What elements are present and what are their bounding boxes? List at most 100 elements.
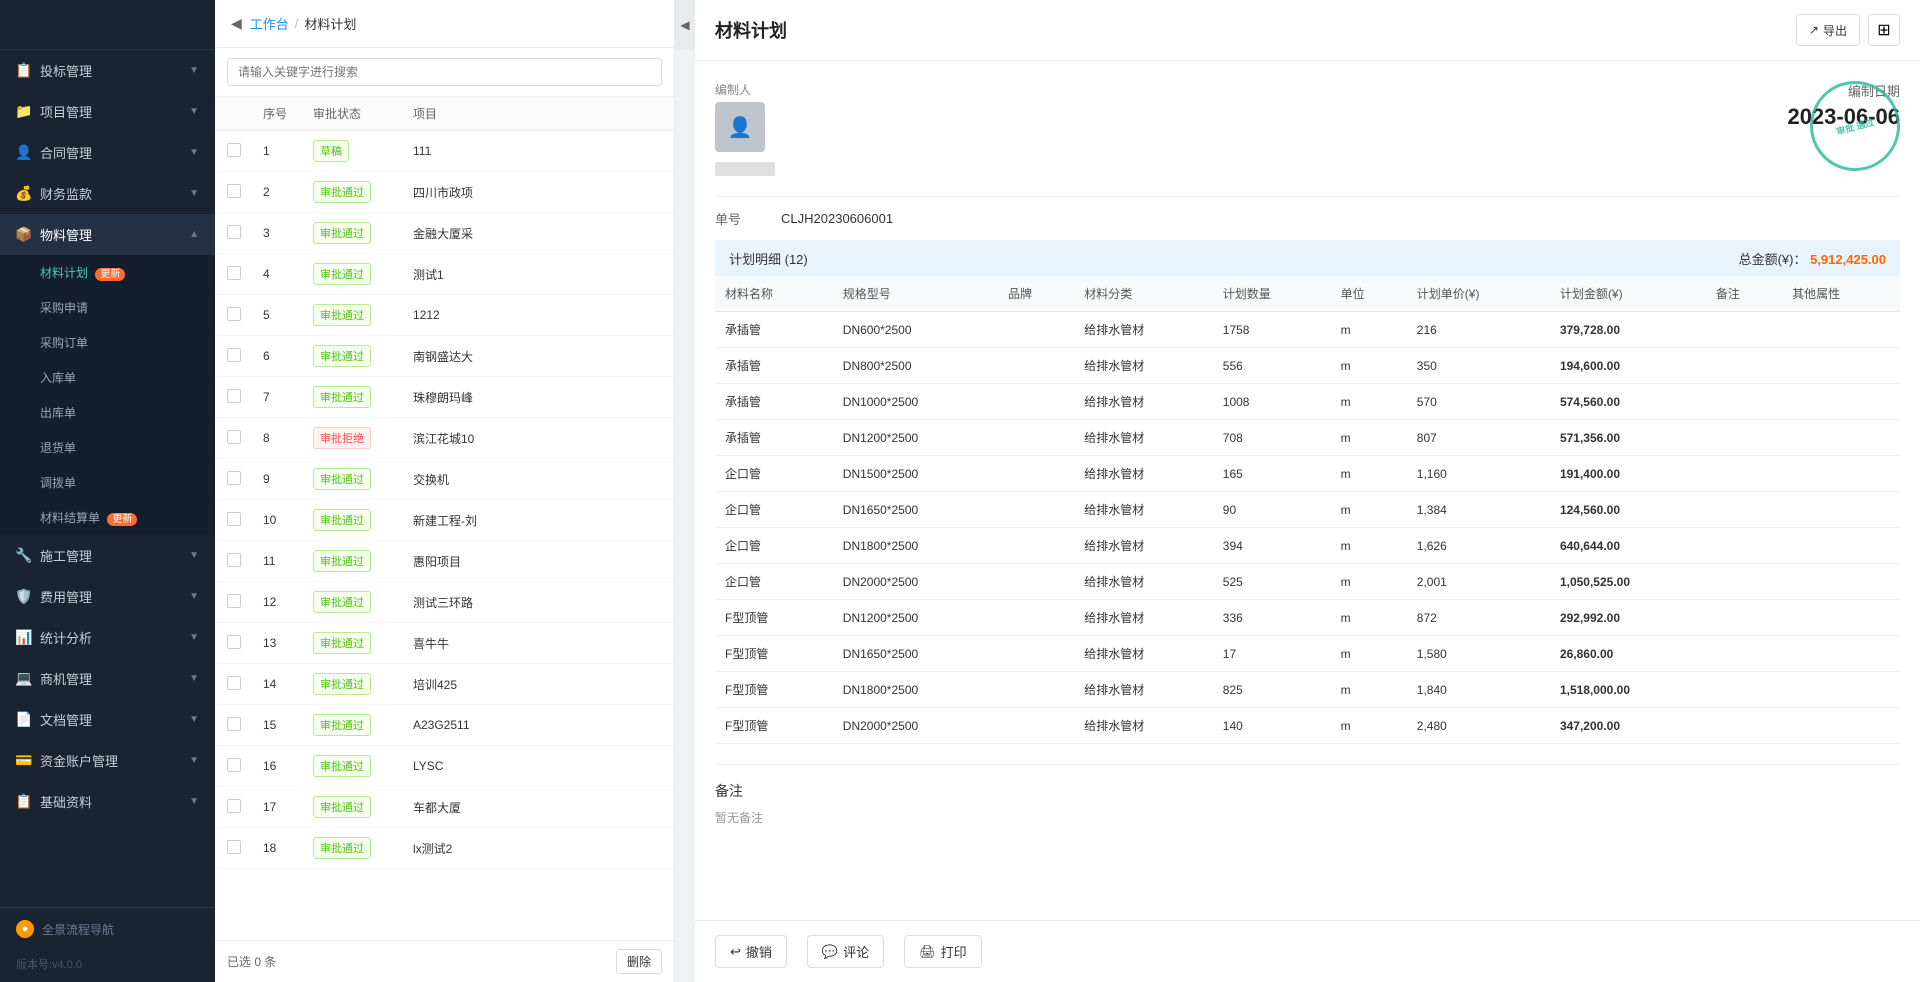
sidebar-item-finance[interactable]: 💰 财务监款 ▼	[0, 173, 215, 214]
detail-title: 材料计划	[715, 17, 787, 43]
row-checkbox[interactable]	[227, 266, 241, 280]
row-checkbox[interactable]	[227, 471, 241, 485]
list-item[interactable]: 6 审批通过 南钢盛达大	[215, 336, 674, 377]
sidebar-item-material[interactable]: 📦 物料管理 ▲	[0, 214, 215, 255]
table-row[interactable]: F型顶管 DN1800*2500 给排水管材 825 m 1,840 1,518…	[715, 672, 1900, 708]
back-button[interactable]: ◀	[231, 15, 242, 32]
status-badge: 审批通过	[313, 304, 371, 326]
comment-button[interactable]: 💬 评论	[807, 935, 884, 968]
cell-qty: 556	[1213, 348, 1331, 384]
list-item[interactable]: 12 审批通过 测试三环路	[215, 582, 674, 623]
sidebar-item-construction[interactable]: 🔧 施工管理 ▼	[0, 535, 215, 576]
cell-brand	[998, 636, 1074, 672]
delete-button[interactable]: 删除	[616, 949, 662, 974]
sidebar-item-settlement[interactable]: 材料结算单 更新	[0, 500, 215, 535]
list-item[interactable]: 16 审批通过 LYSC	[215, 746, 674, 787]
list-item[interactable]: 7 审批通过 珠穆朗玛峰	[215, 377, 674, 418]
cell-price: 350	[1407, 348, 1550, 384]
row-checkbox[interactable]	[227, 430, 241, 444]
sidebar-item-document[interactable]: 📄 文档管理 ▼	[0, 699, 215, 740]
list-item[interactable]: 2 审批通过 四川市政项	[215, 172, 674, 213]
row-checkbox[interactable]	[227, 348, 241, 362]
sidebar-logo	[0, 0, 215, 50]
cell-remark	[1706, 456, 1782, 492]
list-item[interactable]: 14 审批通过 培训425	[215, 664, 674, 705]
table-row[interactable]: 承插管 DN600*2500 给排水管材 1758 m 216 379,728.…	[715, 312, 1900, 348]
list-search	[215, 48, 674, 97]
row-checkbox[interactable]	[227, 184, 241, 198]
table-row[interactable]: 承插管 DN1200*2500 给排水管材 708 m 807 571,356.…	[715, 420, 1900, 456]
cell-other	[1782, 672, 1900, 708]
sidebar-item-cost[interactable]: 🛡️ 费用管理 ▼	[0, 576, 215, 617]
sidebar-item-fund[interactable]: 💳 资金账户管理 ▼	[0, 740, 215, 781]
list-item[interactable]: 8 审批拒绝 滨江花城10	[215, 418, 674, 459]
row-checkbox[interactable]	[227, 676, 241, 690]
row-checkbox[interactable]	[227, 799, 241, 813]
table-row[interactable]: F型顶管 DN2000*2500 给排水管材 140 m 2,480 347,2…	[715, 708, 1900, 744]
list-item[interactable]: 18 审批通过 lx测试2	[215, 828, 674, 869]
list-item[interactable]: 3 审批通过 金融大厦采	[215, 213, 674, 254]
list-item[interactable]: 17 审批通过 车都大厦	[215, 787, 674, 828]
print-button[interactable]: 🖨 打印	[904, 935, 982, 968]
list-item[interactable]: 5 审批通过 1212	[215, 295, 674, 336]
sidebar-item-transfer[interactable]: 调拨单	[0, 465, 215, 500]
qr-code-button[interactable]: ⊞	[1868, 14, 1900, 46]
sidebar-item-purchase-order[interactable]: 采购订单	[0, 325, 215, 360]
sidebar-item-purchase-apply[interactable]: 采购申请	[0, 290, 215, 325]
table-row[interactable]: 企口管 DN1800*2500 给排水管材 394 m 1,626 640,64…	[715, 528, 1900, 564]
sidebar-item-statistics[interactable]: 📊 统计分析 ▼	[0, 617, 215, 658]
table-row[interactable]: 承插管 DN800*2500 给排水管材 556 m 350 194,600.0…	[715, 348, 1900, 384]
sidebar-item-project[interactable]: 📁 项目管理 ▼	[0, 91, 215, 132]
list-item[interactable]: 11 审批通过 惠阳项目	[215, 541, 674, 582]
cell-unit: m	[1331, 672, 1407, 708]
cell-spec: DN1500*2500	[833, 456, 998, 492]
print-icon: 🖨	[919, 944, 936, 960]
cancel-button[interactable]: ↩ 撤销	[715, 935, 787, 968]
sidebar-item-machine[interactable]: 💻 商机管理 ▼	[0, 658, 215, 699]
row-checkbox[interactable]	[227, 512, 241, 526]
table-row[interactable]: 承插管 DN1000*2500 给排水管材 1008 m 570 574,560…	[715, 384, 1900, 420]
row-checkbox[interactable]	[227, 225, 241, 239]
table-row[interactable]: 企口管 DN1650*2500 给排水管材 90 m 1,384 124,560…	[715, 492, 1900, 528]
row-checkbox[interactable]	[227, 553, 241, 567]
sidebar-item-contract[interactable]: 👤 合同管理 ▼	[0, 132, 215, 173]
list-item[interactable]: 1 草稿 111	[215, 131, 674, 172]
status-badge: 草稿	[313, 140, 349, 162]
row-checkbox[interactable]	[227, 717, 241, 731]
sidebar-item-outbound[interactable]: 出库单	[0, 395, 215, 430]
row-checkbox[interactable]	[227, 389, 241, 403]
search-input[interactable]	[227, 58, 662, 86]
export-button[interactable]: ↗ 导出	[1796, 14, 1860, 46]
table-row[interactable]: F型顶管 DN1650*2500 给排水管材 17 m 1,580 26,860…	[715, 636, 1900, 672]
cell-category: 给排水管材	[1074, 672, 1213, 708]
th-unit: 单位	[1331, 276, 1407, 312]
table-row[interactable]: 企口管 DN1500*2500 给排水管材 165 m 1,160 191,40…	[715, 456, 1900, 492]
cell-price: 1,384	[1407, 492, 1550, 528]
list-item[interactable]: 10 审批通过 新建工程-刘	[215, 500, 674, 541]
list-item[interactable]: 15 审批通过 A23G2511	[215, 705, 674, 746]
sidebar-item-material-plan[interactable]: 材料计划 更新	[0, 255, 215, 290]
sidebar-item-return[interactable]: 退货单	[0, 430, 215, 465]
row-checkbox[interactable]	[227, 143, 241, 157]
collapse-panel-button[interactable]: ◀	[675, 0, 695, 50]
sidebar-item-inbound[interactable]: 入库单	[0, 360, 215, 395]
cell-name: 承插管	[715, 420, 833, 456]
cell-brand	[998, 384, 1074, 420]
list-item[interactable]: 4 审批通过 测试1	[215, 254, 674, 295]
cell-remark	[1706, 348, 1782, 384]
row-checkbox[interactable]	[227, 307, 241, 321]
row-checkbox[interactable]	[227, 635, 241, 649]
table-row[interactable]: F型顶管 DN1200*2500 给排水管材 336 m 872 292,992…	[715, 600, 1900, 636]
sidebar-item-basic[interactable]: 📋 基础资料 ▼	[0, 781, 215, 822]
row-checkbox[interactable]	[227, 594, 241, 608]
row-checkbox[interactable]	[227, 840, 241, 854]
row-checkbox[interactable]	[227, 758, 241, 772]
th-amount: 计划金额(¥)	[1550, 276, 1706, 312]
table-row[interactable]: 企口管 DN2000*2500 给排水管材 525 m 2,001 1,050,…	[715, 564, 1900, 600]
breadcrumb-home[interactable]: 工作台	[250, 14, 289, 33]
status-badge: 审批通过	[313, 837, 371, 859]
statistics-icon: 📊	[16, 630, 32, 646]
list-item[interactable]: 9 审批通过 交换机	[215, 459, 674, 500]
list-item[interactable]: 13 审批通过 喜牛牛	[215, 623, 674, 664]
sidebar-item-bidding[interactable]: 📋 投标管理 ▼	[0, 50, 215, 91]
